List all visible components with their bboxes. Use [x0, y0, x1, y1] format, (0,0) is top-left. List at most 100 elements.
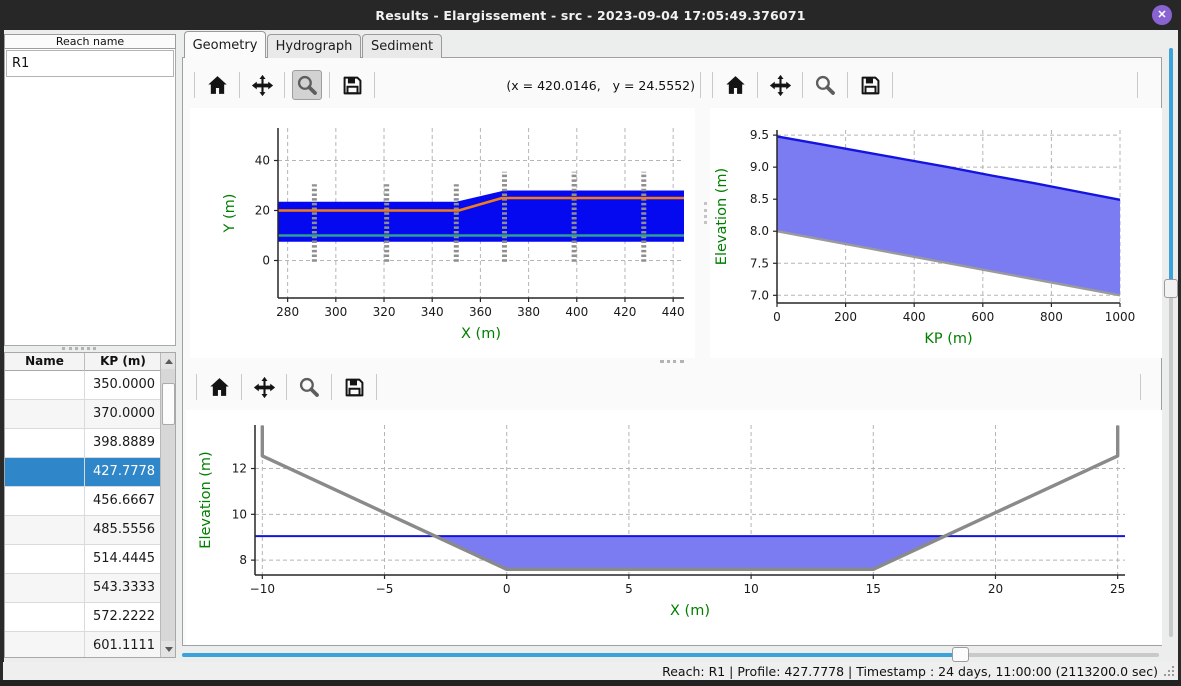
cell-name[interactable]: [5, 603, 85, 631]
move-icon[interactable]: [765, 70, 795, 100]
sidebar-splitter-handle[interactable]: [62, 347, 96, 350]
svg-text:9.0: 9.0: [750, 160, 769, 174]
cell-name[interactable]: [5, 400, 85, 428]
svg-text:10: 10: [232, 507, 247, 521]
cell-kp[interactable]: 350.0000: [85, 371, 161, 399]
cell-kp[interactable]: 485.5556: [85, 516, 161, 544]
cell-name[interactable]: [5, 487, 85, 515]
toolbar-separator: [892, 72, 893, 98]
cell-name[interactable]: [5, 545, 85, 573]
cell-kp[interactable]: 543.3333: [85, 574, 161, 602]
svg-text:400: 400: [903, 310, 926, 324]
cell-name[interactable]: [5, 516, 85, 544]
svg-text:420: 420: [614, 305, 637, 319]
table-row[interactable]: 370.0000: [5, 400, 161, 429]
long-profile-chart[interactable]: 020040060080010007.07.58.08.59.09.5KP (m…: [710, 108, 1162, 358]
home-icon[interactable]: [204, 372, 234, 402]
table-scrollbar[interactable]: [160, 353, 175, 657]
plan-view-chart[interactable]: 28030032034036038040042044002040X (m)Y (…: [190, 108, 695, 358]
toolbar-separator: [284, 72, 285, 98]
table-row[interactable]: 601.1111: [5, 632, 161, 658]
reach-name-header: Reach name: [4, 34, 176, 49]
cell-name[interactable]: [5, 429, 85, 457]
svg-text:Elevation (m): Elevation (m): [714, 168, 730, 265]
save-icon[interactable]: [855, 70, 885, 100]
table-row[interactable]: 350.0000: [5, 371, 161, 400]
water-area: [435, 536, 945, 569]
table-row[interactable]: 427.7778: [5, 458, 161, 487]
svg-text:12: 12: [232, 462, 247, 476]
window-title: Results - Elargissement - src - 2023-09-…: [375, 8, 805, 23]
svg-text:8.5: 8.5: [750, 192, 769, 206]
water-body: [777, 136, 1120, 295]
profile-slider-fill: [1169, 48, 1173, 288]
cell-kp[interactable]: 398.8889: [85, 429, 161, 457]
svg-text:360: 360: [469, 305, 492, 319]
profile-slider-handle[interactable]: [1164, 279, 1178, 298]
toolbar-separator: [1140, 374, 1141, 400]
figure-cross-section: −10−5051015202581012X (m)Elevation (m): [186, 410, 1162, 645]
status-bar: Reach: R1 | Profile: 427.7778 | Timestam…: [3, 662, 1178, 680]
svg-text:KP (m): KP (m): [924, 331, 972, 347]
cell-kp[interactable]: 572.2222: [85, 603, 161, 631]
toolbar-separator: [194, 72, 195, 98]
toolbar-section: [196, 372, 377, 402]
table-row[interactable]: 572.2222: [5, 603, 161, 632]
close-button[interactable]: ✕: [1152, 5, 1172, 25]
profile-table-body: 350.0000370.0000398.8889427.7778456.6667…: [5, 371, 161, 658]
cell-name[interactable]: [5, 574, 85, 602]
home-icon[interactable]: [202, 70, 232, 100]
svg-text:40: 40: [255, 154, 270, 168]
svg-text:800: 800: [1040, 310, 1063, 324]
table-row[interactable]: 456.6667: [5, 487, 161, 516]
table-row[interactable]: 543.3333: [5, 574, 161, 603]
svg-text:0: 0: [503, 582, 511, 596]
cell-kp[interactable]: 601.1111: [85, 632, 161, 658]
column-header-kp[interactable]: KP (m): [85, 353, 161, 371]
tab-geometry[interactable]: Geometry: [184, 31, 266, 58]
column-header-name[interactable]: Name: [5, 353, 85, 371]
table-row[interactable]: 514.4445: [5, 545, 161, 574]
cell-kp[interactable]: 456.6667: [85, 487, 161, 515]
cell-kp[interactable]: 427.7778: [85, 458, 161, 486]
resize-grip[interactable]: [1164, 666, 1176, 678]
reach-list[interactable]: R1: [4, 49, 176, 346]
svg-text:15: 15: [866, 582, 881, 596]
zoom-icon[interactable]: [294, 372, 324, 402]
cross-section-chart[interactable]: −10−5051015202581012X (m)Elevation (m): [186, 410, 1162, 645]
tab-hydrograph[interactable]: Hydrograph: [267, 34, 361, 58]
svg-text:0: 0: [773, 310, 781, 324]
toolbar-separator: [239, 72, 240, 98]
profile-table: Name KP (m) 350.0000370.0000398.8889427.…: [4, 352, 176, 658]
svg-text:7.0: 7.0: [750, 288, 769, 302]
cell-name[interactable]: [5, 458, 85, 486]
cell-kp[interactable]: 514.4445: [85, 545, 161, 573]
cell-kp[interactable]: 370.0000: [85, 400, 161, 428]
cursor-coordinates: (x = 420.0146, y = 24.5552): [430, 78, 695, 93]
cell-name[interactable]: [5, 632, 85, 658]
move-icon[interactable]: [247, 70, 277, 100]
scroll-down-button[interactable]: [161, 641, 176, 657]
toolbar-separator: [331, 374, 332, 400]
time-slider-handle[interactable]: [952, 647, 969, 662]
scrollbar-thumb[interactable]: [162, 383, 175, 425]
scroll-up-button[interactable]: [161, 353, 176, 369]
status-text: Reach: R1 | Profile: 427.7778 | Timestam…: [662, 664, 1158, 679]
home-icon[interactable]: [720, 70, 750, 100]
svg-text:Elevation (m): Elevation (m): [198, 451, 214, 548]
plot-splitter-handle[interactable]: [660, 360, 684, 363]
table-row[interactable]: 485.5556: [5, 516, 161, 545]
tab-sediment[interactable]: Sediment: [362, 34, 442, 58]
table-row[interactable]: 398.8889: [5, 429, 161, 458]
svg-text:280: 280: [276, 305, 299, 319]
zoom-icon[interactable]: [810, 70, 840, 100]
reach-list-item[interactable]: R1: [6, 50, 174, 77]
zoom-icon[interactable]: [292, 70, 322, 100]
window-bottom-edge: [0, 680, 1181, 686]
save-icon[interactable]: [337, 70, 367, 100]
cell-name[interactable]: [5, 371, 85, 399]
move-icon[interactable]: [249, 372, 279, 402]
svg-text:380: 380: [517, 305, 540, 319]
save-icon[interactable]: [339, 372, 369, 402]
plot-splitter-handle[interactable]: [704, 202, 707, 224]
